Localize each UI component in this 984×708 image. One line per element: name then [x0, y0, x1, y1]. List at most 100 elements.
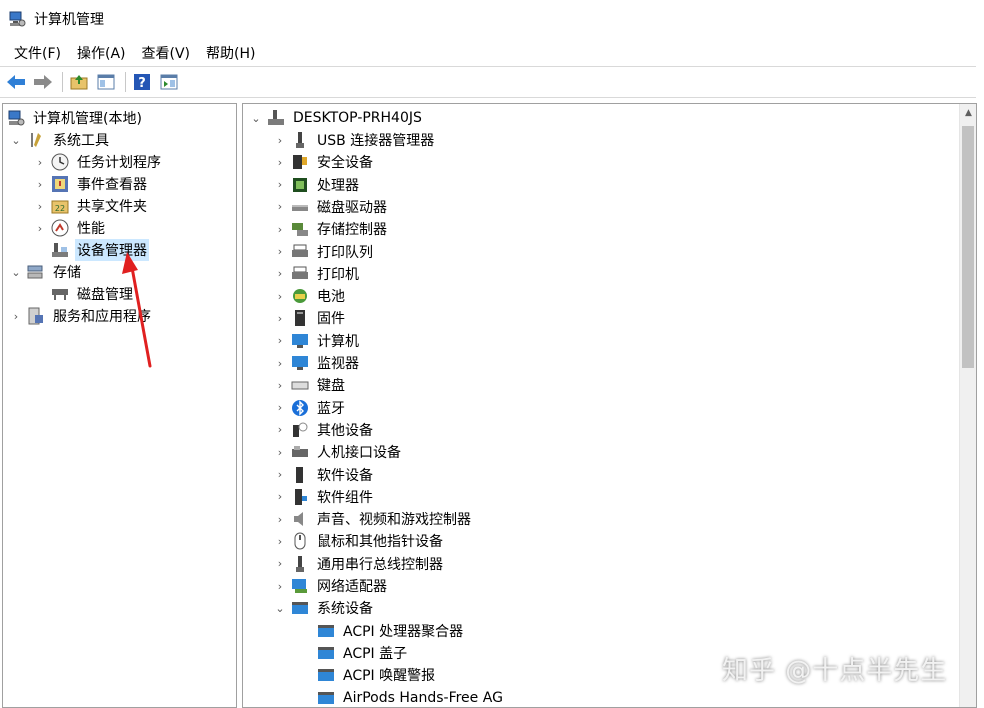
device-category-label: 人机接口设备 [317, 445, 401, 462]
device-category[interactable]: › 人机接口设备 [273, 441, 403, 463]
action-pane-button[interactable] [157, 70, 181, 94]
device-category[interactable]: › 蓝牙 [273, 397, 347, 419]
chevron-right-icon[interactable]: › [273, 579, 287, 593]
tree-node-task-scheduler[interactable]: › 任务计划程序 [33, 151, 163, 173]
chevron-right-icon[interactable]: › [273, 267, 287, 281]
device-category[interactable]: › 处理器 [273, 174, 361, 196]
chevron-right-icon[interactable]: › [273, 468, 287, 482]
system-device-icon [318, 669, 334, 682]
chevron-down-icon[interactable]: ⌄ [9, 265, 23, 279]
device-category[interactable]: › 网络适配器 [273, 575, 389, 597]
device-category[interactable]: › 磁盘驱动器 [273, 196, 389, 218]
chevron-right-icon[interactable]: › [33, 155, 47, 169]
chevron-right-icon[interactable]: › [273, 490, 287, 504]
chevron-right-icon[interactable]: › [273, 557, 287, 571]
chevron-right-icon[interactable]: › [273, 512, 287, 526]
other-devices-icon [293, 422, 308, 437]
chevron-right-icon[interactable]: › [273, 445, 287, 459]
chevron-right-icon[interactable]: › [273, 155, 287, 169]
chevron-right-icon[interactable]: › [33, 221, 47, 235]
system-device-item[interactable]: ACPI 唤醒警报 [313, 664, 437, 686]
tree-node-device-manager[interactable]: 设备管理器 [47, 239, 149, 261]
scroll-thumb[interactable] [962, 126, 974, 368]
monitor-icon [292, 356, 308, 370]
device-category[interactable]: › 通用串行总线控制器 [273, 553, 445, 575]
chevron-right-icon[interactable]: › [273, 178, 287, 192]
chevron-right-icon[interactable]: › [273, 534, 287, 548]
device-category[interactable]: › 固件 [273, 307, 347, 329]
show-hide-tree-button[interactable] [94, 70, 118, 94]
system-device-item[interactable]: ACPI 处理器聚合器 [313, 620, 465, 642]
device-category[interactable]: › 安全设备 [273, 151, 375, 173]
device-category[interactable]: › 打印队列 [273, 241, 375, 263]
toolbar-separator [125, 72, 126, 92]
device-category[interactable]: › 电池 [273, 285, 347, 307]
menu-help[interactable]: 帮助(H) [200, 40, 261, 66]
device-category[interactable]: › 鼠标和其他指针设备 [273, 530, 445, 552]
chevron-right-icon[interactable]: › [273, 222, 287, 236]
tree-node-services-apps[interactable]: › 服务和应用程序 [9, 305, 153, 327]
device-category[interactable]: › 打印机 [273, 263, 361, 285]
tree-label: 事件查看器 [77, 177, 147, 193]
tree-node-disk-management[interactable]: 磁盘管理 [47, 283, 135, 305]
chevron-right-icon[interactable]: › [9, 309, 23, 323]
up-folder-icon [70, 75, 88, 90]
chevron-down-icon[interactable]: ⌄ [273, 601, 287, 615]
chevron-down-icon[interactable]: ⌄ [9, 133, 23, 147]
tree-label: 任务计划程序 [77, 155, 161, 171]
device-category[interactable]: ⌄ 系统设备 [273, 597, 375, 619]
menu-view[interactable]: 查看(V) [136, 40, 197, 66]
chevron-right-icon[interactable]: › [273, 401, 287, 415]
device-category-label: 处理器 [317, 177, 359, 194]
svg-text:22: 22 [55, 204, 65, 213]
device-category[interactable]: › USB 连接器管理器 [273, 129, 436, 151]
chevron-right-icon[interactable]: › [33, 199, 47, 213]
up-folder-button[interactable] [67, 70, 91, 94]
chevron-right-icon[interactable]: › [33, 177, 47, 191]
chevron-right-icon[interactable]: › [273, 245, 287, 259]
device-category[interactable]: › 存储控制器 [273, 218, 389, 240]
chevron-right-icon[interactable]: › [273, 311, 287, 325]
computer-name: DESKTOP-PRH40JS [293, 110, 422, 126]
menu-bar: 文件(F) 操作(A) 查看(V) 帮助(H) [0, 40, 265, 66]
svg-text:?: ? [138, 76, 146, 91]
tree-node-shared-folders[interactable]: › 22 共享文件夹 [33, 195, 149, 217]
forward-button[interactable] [31, 70, 55, 94]
menu-action[interactable]: 操作(A) [71, 40, 132, 66]
chevron-right-icon[interactable]: › [273, 200, 287, 214]
chevron-right-icon[interactable]: › [273, 133, 287, 147]
tree-node-system-tools[interactable]: ⌄ 系统工具 [9, 129, 111, 151]
tree-node-root[interactable]: 计算机管理(本地) [7, 107, 144, 129]
vertical-scrollbar[interactable]: ▲ [959, 104, 976, 707]
system-device-label: ACPI 处理器聚合器 [343, 623, 464, 640]
scroll-up-arrow-icon[interactable]: ▲ [960, 104, 976, 121]
tree-node-performance[interactable]: › 性能 [33, 217, 107, 239]
device-category[interactable]: › 监视器 [273, 352, 361, 374]
chevron-down-icon[interactable]: ⌄ [249, 111, 263, 125]
device-category[interactable]: › 计算机 [273, 330, 361, 352]
system-device-label: AirPods Hands-Free AG [343, 689, 503, 706]
device-category-label: 鼠标和其他指针设备 [317, 534, 443, 551]
device-category-label: 系统设备 [317, 601, 373, 618]
system-device-item[interactable]: ACPI 盖子 [313, 642, 409, 664]
help-button[interactable]: ? [130, 70, 154, 94]
device-category[interactable]: › 软件组件 [273, 486, 375, 508]
device-category[interactable]: › 声音、视频和游戏控制器 [273, 508, 473, 530]
device-category-label: 磁盘驱动器 [317, 199, 387, 216]
chevron-right-icon[interactable]: › [273, 378, 287, 392]
device-category[interactable]: › 其他设备 [273, 419, 375, 441]
speaker-icon [294, 512, 303, 527]
menu-file[interactable]: 文件(F) [8, 40, 67, 66]
chevron-right-icon[interactable]: › [273, 356, 287, 370]
system-device-item[interactable]: AirPods Hands-Free AG [313, 687, 505, 708]
device-tree-root[interactable]: ⌄ DESKTOP-PRH40JS [249, 107, 424, 129]
chevron-right-icon[interactable]: › [273, 423, 287, 437]
chevron-right-icon[interactable]: › [273, 289, 287, 303]
security-device-icon [293, 155, 307, 170]
chevron-right-icon[interactable]: › [273, 334, 287, 348]
tree-node-event-viewer[interactable]: › 事件查看器 [33, 173, 149, 195]
back-button[interactable] [4, 70, 28, 94]
device-category[interactable]: › 软件设备 [273, 464, 375, 486]
device-category[interactable]: › 键盘 [273, 374, 347, 396]
tree-node-storage[interactable]: ⌄ 存储 [9, 261, 83, 283]
